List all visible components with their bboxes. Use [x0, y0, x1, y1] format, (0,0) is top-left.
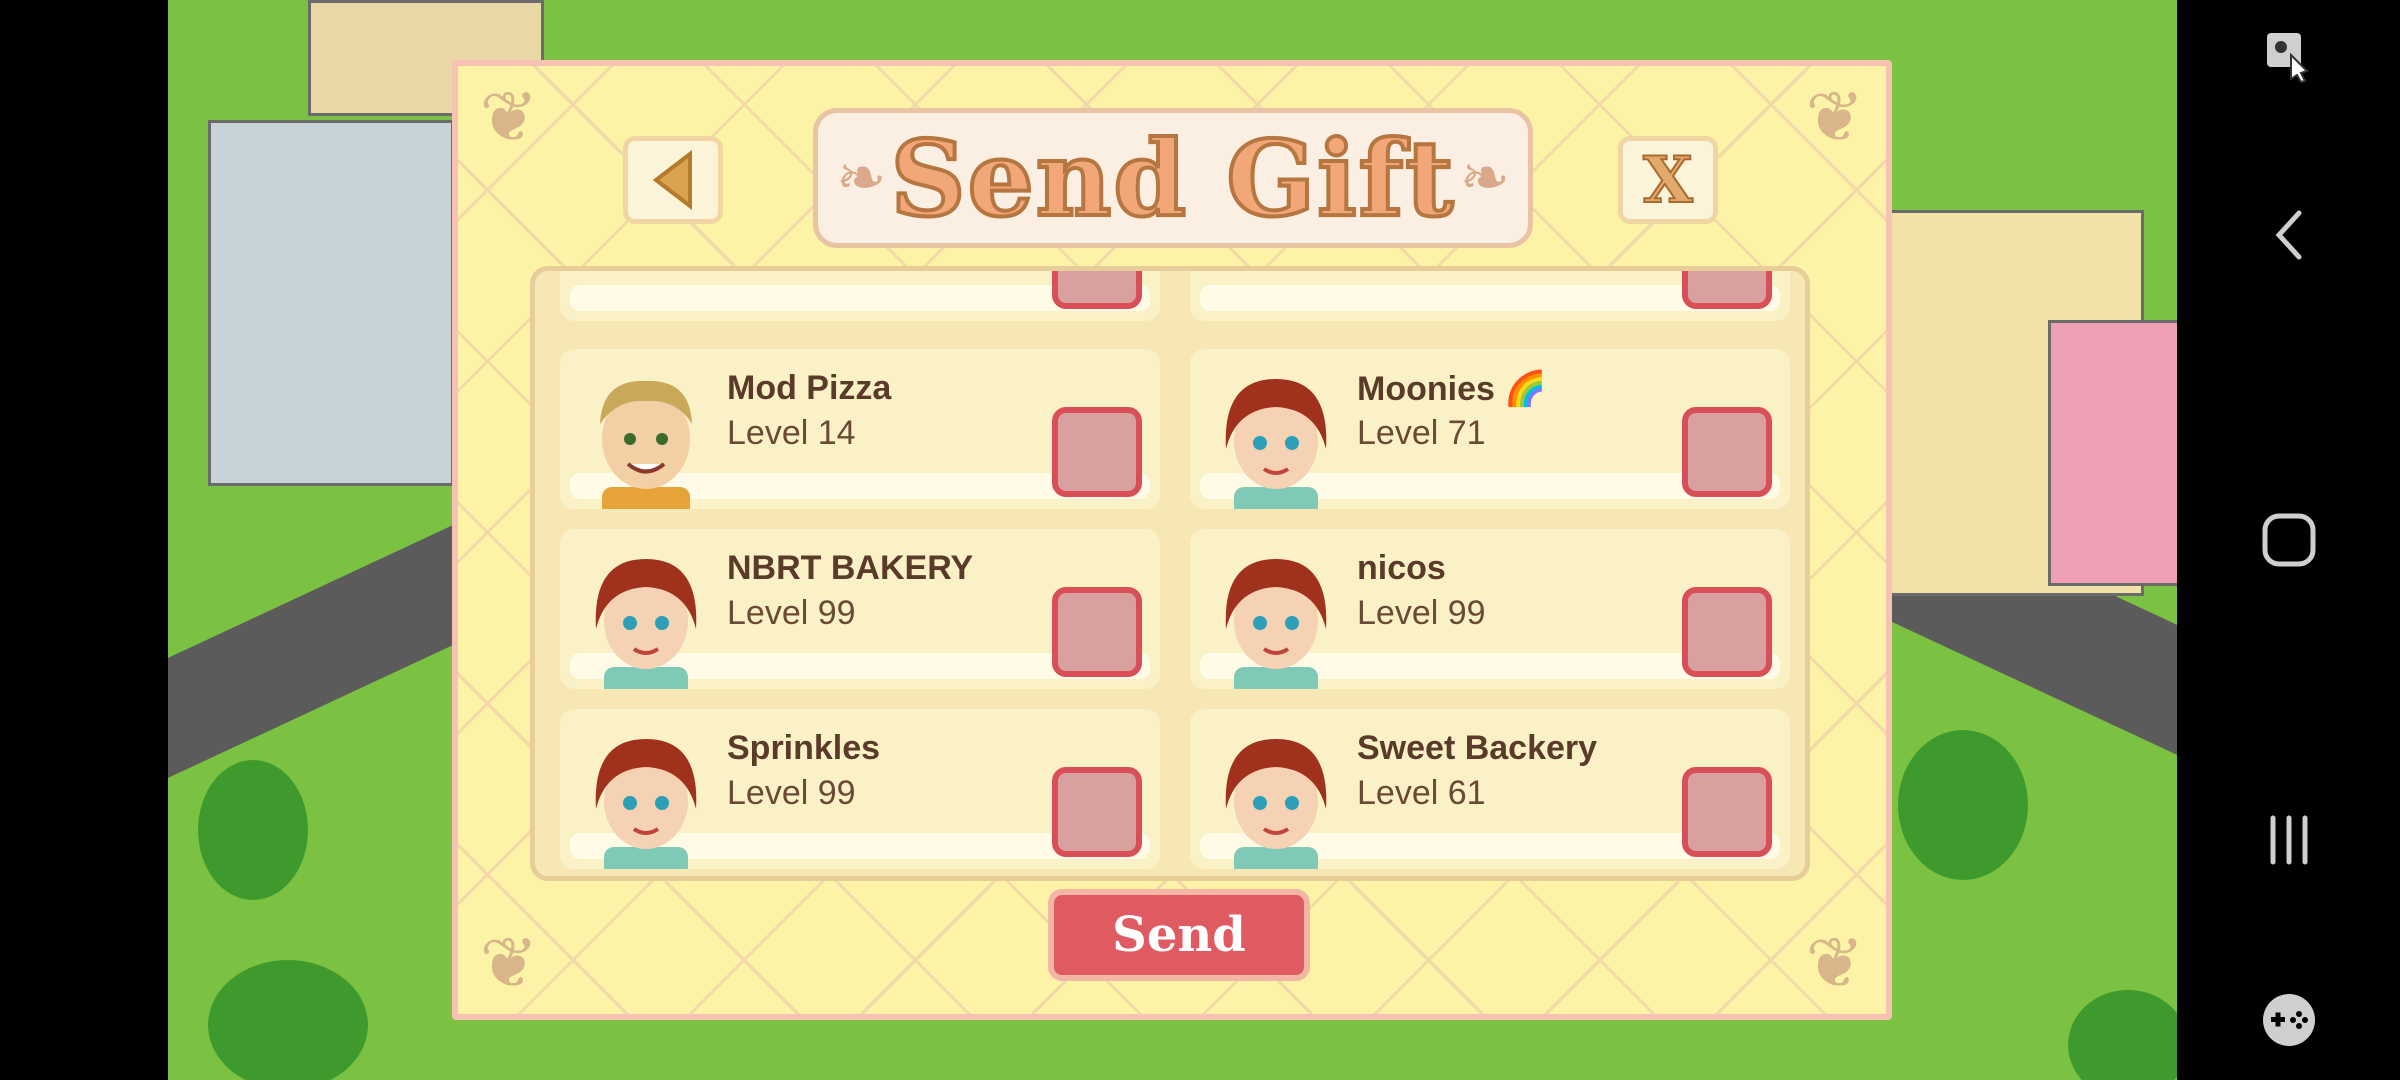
back-button[interactable]: [623, 136, 723, 224]
corner-ornament: ❦: [1805, 78, 1865, 156]
tree: [208, 960, 368, 1080]
close-icon: X: [1642, 142, 1694, 219]
home-square-icon: [2262, 513, 2315, 567]
swirl-ornament: ❧: [836, 144, 887, 211]
send-button[interactable]: Send: [1048, 889, 1310, 981]
girl-avatar-icon: [595, 559, 697, 689]
home-nav-button[interactable]: [2177, 500, 2400, 580]
list-item[interactable]: Moonies 🌈 Level 71: [1190, 349, 1790, 509]
friend-level: Level 99: [1357, 594, 1486, 632]
dialog-title: Send Gift: [889, 115, 1456, 242]
list-item[interactable]: Sprinkles Level 99: [560, 709, 1160, 869]
friend-level: Level 71: [1357, 414, 1486, 452]
screen-capture-icon: [2266, 33, 2309, 83]
list-item-partial: [560, 271, 1160, 321]
friend-name: NBRT BAKERY: [727, 549, 974, 587]
friend-level: Level 99: [727, 774, 856, 812]
game-tools-button[interactable]: [2177, 985, 2400, 1055]
friend-name: Sweet Backery: [1357, 729, 1598, 767]
list-item[interactable]: Mod Pizza Level 14: [560, 349, 1160, 509]
friend-checkbox[interactable]: [1682, 767, 1772, 857]
girl-avatar-icon: [1225, 379, 1327, 509]
friend-level: Level 14: [727, 414, 856, 452]
friend-name: Moonies 🌈: [1357, 370, 1547, 408]
gamepad-icon: [2262, 994, 2315, 1046]
girl-avatar-icon: [595, 739, 697, 869]
tree: [198, 760, 308, 900]
friend-checkbox[interactable]: [1682, 271, 1772, 309]
building: [208, 120, 454, 486]
tree: [2068, 990, 2177, 1080]
friend-checkbox[interactable]: [1052, 407, 1142, 497]
list-item[interactable]: Sweet Backery Level 61: [1190, 709, 1790, 869]
corner-ornament: ❦: [1805, 924, 1865, 1002]
system-navigation-bar: [2177, 0, 2400, 1080]
girl-avatar-icon: [1225, 559, 1327, 689]
friend-name: Sprinkles: [727, 729, 881, 767]
friend-name: Mod Pizza: [727, 369, 892, 407]
send-gift-dialog: ❦ ❦ ❦ ❦ ❧ Send Gift ❧ X Mod Pizza Level …: [452, 60, 1892, 1020]
back-chevron-icon: [2275, 210, 2301, 260]
tree: [1898, 730, 2028, 880]
friend-checkbox[interactable]: [1052, 587, 1142, 677]
list-item[interactable]: NBRT BAKERY Level 99: [560, 529, 1160, 689]
list-item-partial: [1190, 271, 1790, 321]
building: [2048, 320, 2177, 586]
close-button[interactable]: X: [1618, 136, 1718, 224]
corner-ornament: ❦: [479, 78, 539, 156]
friend-checkbox[interactable]: [1682, 587, 1772, 677]
back-nav-button[interactable]: [2177, 200, 2400, 270]
list-item[interactable]: nicos Level 99: [1190, 529, 1790, 689]
friend-level: Level 99: [727, 594, 856, 632]
recents-icon: [2270, 815, 2307, 865]
friend-name: nicos: [1357, 549, 1446, 587]
send-button-label: Send: [1112, 907, 1246, 963]
friend-list[interactable]: Mod Pizza Level 14 Moonies 🌈 Level 71 NB…: [530, 266, 1810, 881]
friend-checkbox[interactable]: [1052, 271, 1142, 309]
friend-checkbox[interactable]: [1052, 767, 1142, 857]
corner-ornament: ❦: [479, 924, 539, 1002]
title-banner: ❧ Send Gift ❧: [813, 108, 1533, 248]
friend-checkbox[interactable]: [1682, 407, 1772, 497]
girl-avatar-icon: [1225, 739, 1327, 869]
back-arrow-icon: [652, 150, 692, 210]
boy-avatar-icon: [600, 380, 692, 509]
swirl-ornament: ❧: [1459, 144, 1510, 211]
friend-level: Level 61: [1357, 774, 1486, 812]
recents-nav-button[interactable]: [2177, 800, 2400, 880]
screen-capture-button[interactable]: [2177, 20, 2400, 90]
